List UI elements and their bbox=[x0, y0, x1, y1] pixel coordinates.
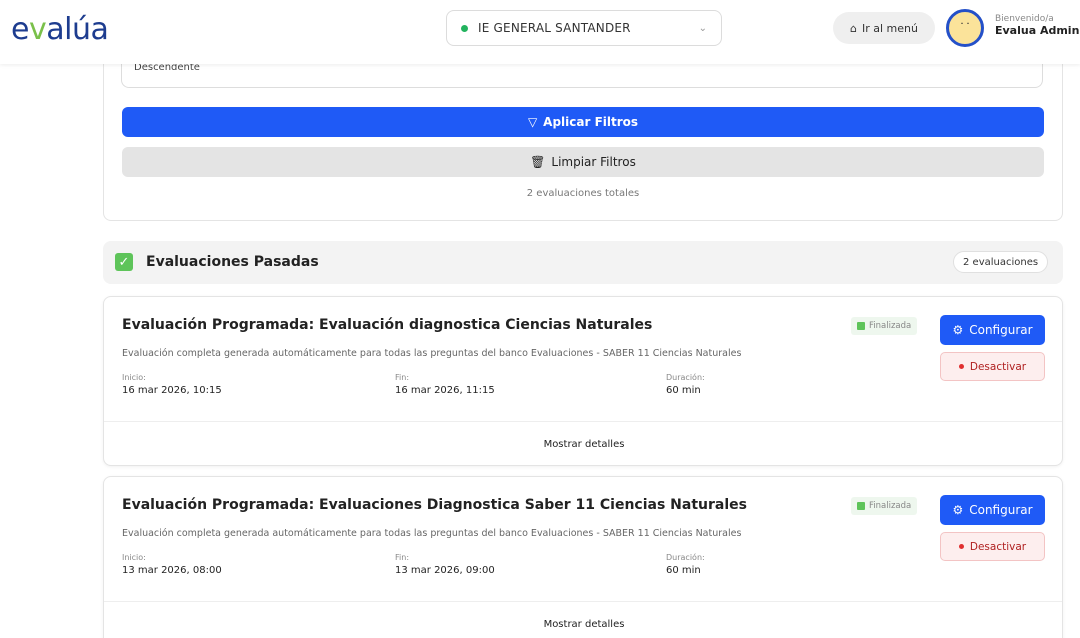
show-details-button[interactable]: Mostrar detalles bbox=[104, 421, 1062, 465]
status-text: Finalizada bbox=[869, 321, 912, 331]
school-name: IE GENERAL SANTANDER bbox=[478, 21, 631, 35]
finished-icon bbox=[857, 322, 865, 330]
user-name: Evalua Administrador bbox=[995, 24, 1080, 37]
configure-label: Configurar bbox=[969, 323, 1033, 337]
welcome-label: Bienvenido/a bbox=[995, 14, 1054, 24]
red-dot-icon bbox=[958, 364, 964, 369]
evaluation-title: Evaluación Programada: Evaluaciones Diag… bbox=[122, 497, 747, 513]
school-selector[interactable]: IE GENERAL SANTANDER ⌄ bbox=[446, 10, 722, 46]
finished-icon bbox=[857, 502, 865, 510]
home-icon: ⌂ bbox=[850, 21, 857, 35]
evaluation-title: Evaluación Programada: Evaluación diagno… bbox=[122, 317, 653, 333]
end-label: Fin: bbox=[395, 553, 410, 562]
gear-icon: ⚙ bbox=[952, 503, 964, 517]
avatar[interactable]: ˙˙ bbox=[946, 9, 984, 47]
deactivate-label: Desactivar bbox=[969, 540, 1027, 553]
end-meta: Fin: 16 mar 2026, 11:15 bbox=[395, 373, 495, 396]
apply-filters-button[interactable]: ▽ Aplicar Filtros bbox=[122, 107, 1044, 137]
end-value: 13 mar 2026, 09:00 bbox=[395, 565, 495, 576]
welcome-block: Bienvenido/a Evalua Administrador bbox=[995, 14, 1080, 37]
start-value: 16 mar 2026, 10:15 bbox=[122, 385, 222, 396]
end-meta: Fin: 13 mar 2026, 09:00 bbox=[395, 553, 495, 576]
clear-filters-label: Limpiar Filtros bbox=[551, 155, 636, 169]
evalua-logo[interactable]: evalúa bbox=[11, 12, 109, 47]
deactivate-label: Desactivar bbox=[969, 360, 1027, 373]
configure-button[interactable]: ⚙ Configurar bbox=[940, 495, 1045, 525]
past-evaluations-count-badge: 2 evaluaciones bbox=[953, 251, 1049, 273]
total-evaluations-text: 2 evaluaciones totales bbox=[526, 188, 640, 199]
evaluation-card: Evaluación Programada: Evaluaciones Diag… bbox=[103, 476, 1063, 638]
duration-value: 60 min bbox=[666, 565, 701, 576]
configure-button[interactable]: ⚙ Configurar bbox=[940, 315, 1045, 345]
start-meta: Inicio: 16 mar 2026, 10:15 bbox=[122, 373, 222, 396]
clear-filters-button[interactable]: 🗑 Limpiar Filtros bbox=[122, 147, 1044, 177]
checkbox-icon: ✓ bbox=[115, 253, 133, 271]
top-header: evalúa IE GENERAL SANTANDER ⌄ ⌂ Ir al me… bbox=[0, 0, 1080, 64]
start-label: Inicio: bbox=[122, 553, 146, 562]
evaluation-description: Evaluación completa generada automáticam… bbox=[122, 348, 742, 359]
status-dot-icon bbox=[461, 24, 468, 32]
duration-meta: Duración: 60 min bbox=[666, 373, 705, 396]
trash-icon: 🗑 bbox=[530, 155, 546, 169]
end-label: Fin: bbox=[395, 373, 410, 382]
filter-icon: ▽ bbox=[527, 115, 538, 129]
go-to-menu-button[interactable]: ⌂ Ir al menú bbox=[833, 12, 935, 44]
deactivate-button[interactable]: Desactivar bbox=[940, 532, 1045, 561]
start-meta: Inicio: 13 mar 2026, 08:00 bbox=[122, 553, 222, 576]
evaluation-card: Evaluación Programada: Evaluación diagno… bbox=[103, 296, 1063, 466]
start-label: Inicio: bbox=[122, 373, 146, 382]
chevron-down-icon: ⌄ bbox=[698, 22, 707, 34]
status-text: Finalizada bbox=[869, 501, 912, 511]
evaluation-description: Evaluación completa generada automáticam… bbox=[122, 528, 742, 539]
apply-filters-label: Aplicar Filtros bbox=[543, 115, 639, 129]
end-value: 16 mar 2026, 11:15 bbox=[395, 385, 495, 396]
gear-icon: ⚙ bbox=[952, 323, 964, 337]
deactivate-button[interactable]: Desactivar bbox=[940, 352, 1045, 381]
duration-value: 60 min bbox=[666, 385, 701, 396]
status-badge: Finalizada bbox=[851, 317, 918, 335]
duration-meta: Duración: 60 min bbox=[666, 553, 705, 576]
show-details-button[interactable]: Mostrar detalles bbox=[104, 601, 1062, 638]
status-badge: Finalizada bbox=[851, 497, 918, 515]
duration-label: Duración: bbox=[666, 373, 705, 382]
past-evaluations-title: Evaluaciones Pasadas bbox=[146, 254, 319, 270]
configure-label: Configurar bbox=[969, 503, 1033, 517]
red-dot-icon bbox=[958, 544, 964, 549]
start-value: 13 mar 2026, 08:00 bbox=[122, 565, 222, 576]
menu-button-label: Ir al menú bbox=[862, 21, 918, 35]
duration-label: Duración: bbox=[666, 553, 705, 562]
